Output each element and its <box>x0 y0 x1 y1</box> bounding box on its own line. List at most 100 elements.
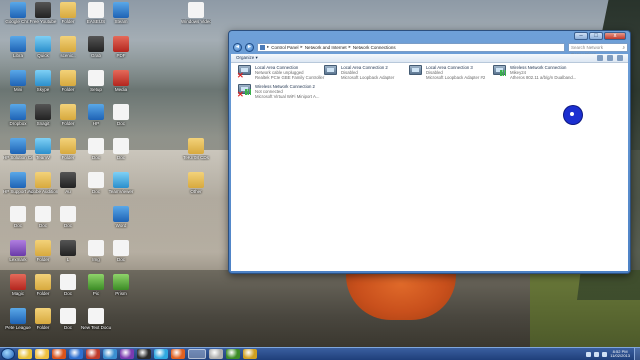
desktop-icon[interactable]: Doc <box>106 104 136 127</box>
taskbar-app-icon[interactable] <box>226 349 240 359</box>
desktop-icon[interactable]: Doc <box>106 240 136 263</box>
desktop-icon[interactable]: Steam <box>106 2 136 25</box>
app-icon <box>88 2 104 18</box>
desktop-icon-label: scenic.. <box>60 53 76 58</box>
taskbar-chrome-icon[interactable] <box>18 349 32 359</box>
desktop-icon[interactable]: Windows Video Ma... <box>181 2 211 25</box>
desktop-icon[interactable]: Folder <box>53 2 83 25</box>
taskbar-app-icon[interactable] <box>69 349 83 359</box>
document-icon <box>113 240 129 256</box>
taskbar-app-icon[interactable] <box>120 349 134 359</box>
volume-icon[interactable] <box>602 351 608 357</box>
desktop-icon[interactable]: TeamViewer <box>106 172 136 195</box>
network-connections-window[interactable]: – □ x ◂ ▸ ▸ Control Panel ▸ Network and … <box>228 30 631 274</box>
document-icon <box>35 206 51 222</box>
image-icon <box>88 240 104 256</box>
clock[interactable]: 8:52 PM 11/02/2013 <box>610 349 630 359</box>
ethernet-icon <box>409 65 423 78</box>
desktop-icon[interactable]: Folder <box>53 70 83 93</box>
show-desktop-button[interactable] <box>634 347 640 360</box>
taskbar-apps <box>15 349 257 359</box>
help-icon[interactable] <box>617 55 623 61</box>
desktop-icon[interactable]: Doc <box>53 206 83 229</box>
video-icon <box>188 2 204 18</box>
start-button[interactable] <box>1 348 15 360</box>
connection-text: Local Area Connection Network cable unplu… <box>255 65 324 80</box>
folder-icon <box>60 104 76 120</box>
breadcrumb-control-panel[interactable]: Control Panel <box>271 45 298 50</box>
desktop-icon-label: Word <box>115 223 127 228</box>
taskbar-app-icon[interactable] <box>137 349 151 359</box>
taskbar-media-icon[interactable] <box>52 349 66 359</box>
media-icon <box>113 70 129 86</box>
minimize-button[interactable]: – <box>574 32 588 40</box>
preview-pane-icon[interactable] <box>607 55 613 61</box>
folder-icon <box>35 172 51 188</box>
connection-text: Local Area Connection 2 Disabled Microsoft… <box>341 65 394 80</box>
app-icon <box>10 308 26 324</box>
desktop-icon[interactable]: New Text Document <box>81 308 111 331</box>
desktop-icon[interactable]: Folder <box>53 104 83 127</box>
network-tray-icon[interactable] <box>594 351 600 357</box>
search-input[interactable]: Search Network Connections ⌕ <box>568 42 628 57</box>
connection-item[interactable]: ✕ Local Area Connection Network cable unpl… <box>237 65 324 80</box>
maximize-button[interactable]: □ <box>589 32 603 40</box>
folder-icon <box>35 308 51 324</box>
desktop-icon[interactable]: Doc <box>53 308 83 331</box>
audition-icon <box>60 172 76 188</box>
folder-icon <box>35 274 51 290</box>
address-bar[interactable]: ▸ Control Panel ▸ Network and Internet ▸… <box>257 42 565 52</box>
close-button[interactable]: x <box>604 32 626 40</box>
document-icon <box>88 308 104 324</box>
connections-list: ✕ Local Area Connection Network cable unpl… <box>231 63 628 271</box>
taskbar-app-icon[interactable] <box>103 349 117 359</box>
document-icon <box>88 138 104 154</box>
desktop-icon[interactable]: Prism <box>106 274 136 297</box>
view-options-icon[interactable] <box>597 55 603 61</box>
document-icon <box>60 274 76 290</box>
desktop-icon-label: Folder <box>61 87 75 92</box>
breadcrumb-network-connections[interactable]: Network Connections <box>353 45 396 50</box>
desktop-icon[interactable]: TeKrr08 CDs <box>181 138 211 161</box>
wireless-icon <box>493 65 507 78</box>
signal-bars-icon <box>245 89 251 95</box>
quicktime-icon <box>35 36 51 52</box>
ethernet-icon <box>324 65 338 78</box>
desktop-icon[interactable]: Other <box>181 172 211 195</box>
taskbar-skype-icon[interactable] <box>154 349 168 359</box>
taskbar-network-icon[interactable] <box>188 349 206 359</box>
word-icon <box>113 206 129 222</box>
desktop-icon[interactable]: Word <box>106 206 136 229</box>
desktop-icon[interactable]: L <box>53 240 83 263</box>
desktop-icon-label: Doc <box>116 155 125 160</box>
back-button[interactable]: ◂ <box>233 42 242 52</box>
connection-item[interactable]: ✕ Wireless Network Connection 2 Not connec… <box>237 84 319 99</box>
monitor-icon <box>324 65 337 75</box>
app-icon <box>113 274 129 290</box>
app-icon <box>10 70 26 86</box>
desktop-icon[interactable]: Media <box>106 70 136 93</box>
dropbox-icon <box>10 104 26 120</box>
taskbar-app-icon[interactable] <box>243 349 257 359</box>
connection-item[interactable]: Local Area Connection 3 Disabled Microsoft… <box>409 65 485 80</box>
desktop-icon[interactable]: Au <box>53 172 83 195</box>
desktop-icon-label: New Text Document <box>81 325 111 330</box>
folder-icon <box>35 240 51 256</box>
connection-item[interactable]: Local Area Connection 2 Disabled Microsoft… <box>324 65 394 80</box>
tray-arrow-icon[interactable] <box>586 351 592 357</box>
desktop-icon[interactable]: Doc <box>53 274 83 297</box>
monitor-icon <box>409 65 422 75</box>
taskbar-explorer-icon[interactable] <box>35 349 49 359</box>
desktop-icon[interactable]: Doc <box>106 138 136 161</box>
organize-button[interactable]: Organize ▾ <box>236 55 258 61</box>
taskbar-app-icon[interactable] <box>86 349 100 359</box>
desktop-icon[interactable]: PDF <box>106 36 136 59</box>
forward-button[interactable]: ▸ <box>245 42 254 52</box>
taskbar-app-icon[interactable] <box>171 349 185 359</box>
desktop-icon[interactable]: scenic.. <box>53 36 83 59</box>
taskbar-app-icon[interactable] <box>209 349 223 359</box>
document-icon <box>88 172 104 188</box>
connection-item[interactable]: Wireless Network Connection Mikey24 Athero… <box>493 65 576 80</box>
desktop-icon[interactable]: Folder <box>53 138 83 161</box>
breadcrumb-network-and-internet[interactable]: Network and Internet <box>305 45 347 50</box>
